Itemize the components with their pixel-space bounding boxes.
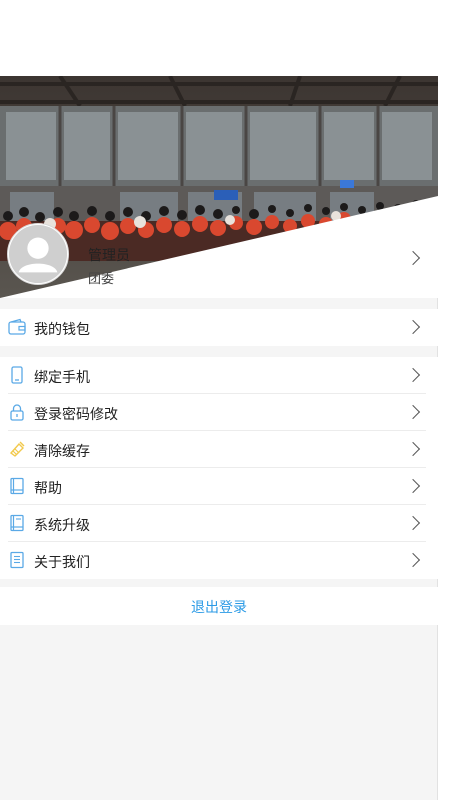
top-blank-area [0, 0, 438, 76]
menu-item-label: 清除缓存 [34, 444, 90, 460]
chevron-right-icon [405, 404, 421, 420]
menu-item-label: 关于我们 [34, 555, 90, 571]
menu-item-change-password[interactable]: 登录密码修改 [0, 394, 438, 431]
logout-label: 退出登录 [191, 600, 247, 616]
logout-button[interactable]: 退出登录 [0, 587, 438, 625]
menu-item-label: 绑定手机 [34, 370, 90, 386]
menu-item-bind-phone[interactable]: 绑定手机 [0, 357, 438, 394]
menu-item-label: 帮助 [34, 481, 62, 497]
menu-item-label: 系统升级 [34, 518, 90, 534]
avatar[interactable] [7, 223, 69, 285]
menu-item-system-upgrade[interactable]: 系统升级 [0, 505, 438, 542]
profile-organization: 团委 [88, 272, 115, 287]
document-icon [10, 551, 24, 569]
help-book-icon [10, 477, 24, 495]
chevron-right-icon [405, 515, 421, 531]
profile-page: 管理员 团委 我的钱包 绑定手机 登录密码修改 清除缓存 帮助 系统升级 关于我… [0, 0, 438, 800]
settings-group: 绑定手机 登录密码修改 清除缓存 帮助 系统升级 关于我们 [0, 357, 438, 579]
phone-icon [11, 366, 23, 384]
menu-item-about-us[interactable]: 关于我们 [0, 542, 438, 579]
profile-name: 管理员 [88, 248, 130, 264]
menu-item-clear-cache[interactable]: 清除缓存 [0, 431, 438, 468]
chevron-right-icon [405, 319, 421, 335]
chevron-right-icon [405, 250, 421, 266]
user-avatar-icon [8, 224, 68, 284]
chevron-right-icon [405, 441, 421, 457]
menu-item-label: 登录密码修改 [34, 407, 118, 423]
chevron-right-icon [405, 552, 421, 568]
chevron-right-icon [405, 367, 421, 383]
chevron-right-icon [405, 478, 421, 494]
menu-item-wallet[interactable]: 我的钱包 [0, 309, 438, 346]
wallet-group: 我的钱包 [0, 309, 438, 346]
lock-icon [10, 404, 24, 421]
broom-icon [9, 441, 25, 457]
wallet-icon [8, 318, 26, 335]
menu-item-help[interactable]: 帮助 [0, 468, 438, 505]
upgrade-book-icon [10, 514, 24, 532]
menu-item-label: 我的钱包 [34, 322, 90, 338]
